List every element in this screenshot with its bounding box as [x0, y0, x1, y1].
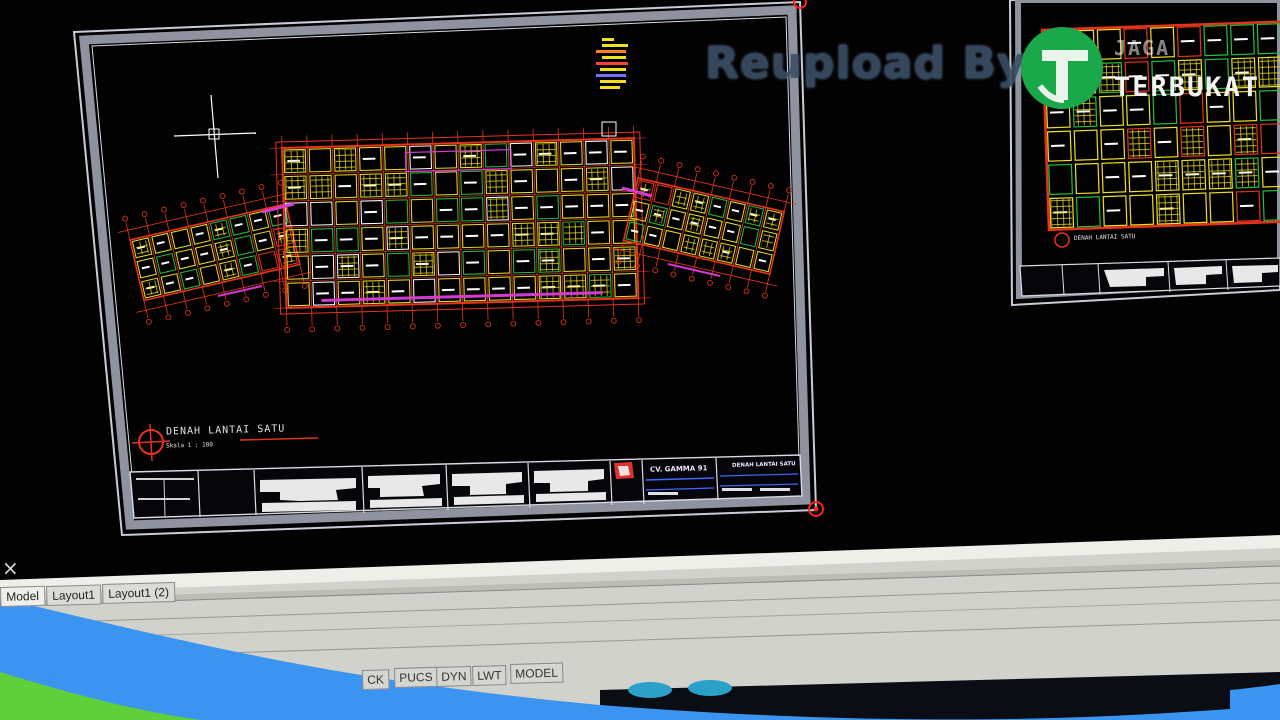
crosshair-cursor-icon — [173, 94, 257, 179]
tab-layout1[interactable]: Layout1 — [46, 584, 102, 606]
screen: DENAH LANTAI SATU Skala 1 : 100 CV. GAMM… — [0, 0, 1280, 720]
drawing-legend — [596, 38, 628, 89]
tab-model[interactable]: Model — [0, 585, 46, 607]
status-button-partial[interactable]: CK — [362, 669, 390, 690]
watermark-text: Reupload By — [705, 38, 1027, 89]
watermark-logo-line1: JAGA — [1114, 36, 1171, 60]
status-button-ducs[interactable]: PUCS — [394, 666, 438, 688]
status-button-dyn[interactable]: DYN — [436, 666, 472, 687]
company-name: CV. GAMMA 91 — [649, 464, 708, 474]
status-button-model[interactable]: MODEL — [510, 662, 564, 684]
tab-layout1-2[interactable]: Layout1 (2) — [102, 581, 176, 604]
floor-plan-lantai-satu[interactable] — [115, 121, 800, 333]
close-icon[interactable]: × — [2, 556, 19, 580]
watermark-logo-line2: TERBUKAT — [1114, 72, 1261, 103]
plan-scale: Skala 1 : 100 — [165, 441, 214, 450]
status-button-lwt[interactable]: LWT — [472, 665, 507, 686]
